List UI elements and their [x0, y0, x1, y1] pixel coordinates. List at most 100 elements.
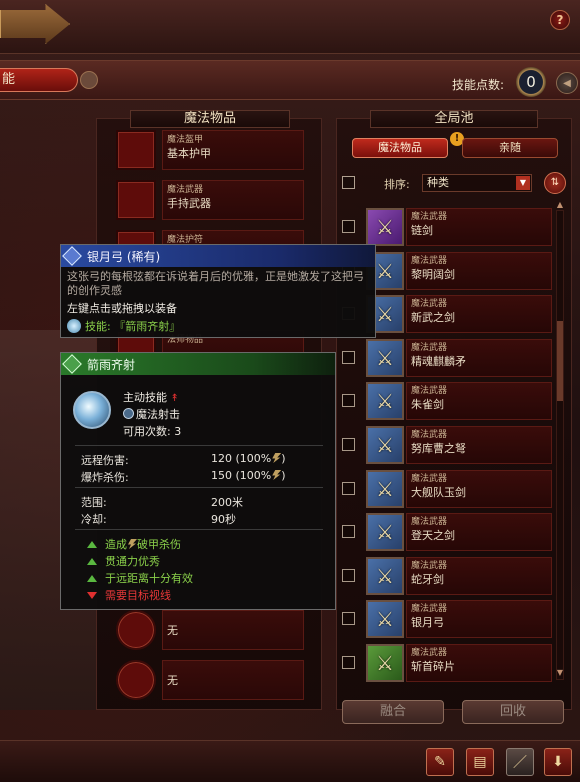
list-item[interactable]: ⚔ 魔法武器 精魂麒麟矛	[342, 338, 554, 379]
crossed-swords-glyph: ⚔	[376, 476, 394, 501]
chevron-down-icon[interactable]: ▼	[516, 176, 530, 190]
slot-info: 无	[162, 610, 304, 650]
item-category: 魔法武器	[411, 648, 448, 658]
scroll-icon[interactable]: ▤	[466, 748, 494, 776]
crossed-swords-glyph: ⚔	[376, 651, 394, 675]
pen-icon[interactable]: ／	[506, 748, 534, 776]
item-name: 努库曹之弩	[411, 442, 466, 455]
tab-followers[interactable]: 亲随	[462, 138, 558, 158]
item-list-scrollbar[interactable]	[556, 210, 564, 680]
negative-triangle-icon	[87, 591, 97, 599]
crossed-swords-glyph: ⚔	[376, 520, 394, 545]
trait-text: 破甲杀伤	[137, 538, 181, 551]
armor-piercing-icon	[128, 539, 137, 549]
crossed-swords-glyph: ⚔	[376, 389, 394, 414]
item-category: 魔法武器	[411, 604, 448, 615]
list-item[interactable]: ⚔ 魔法武器 朱雀剑	[342, 382, 554, 422]
list-item[interactable]: ⚔ 魔法武器 链剑	[342, 208, 554, 248]
scroll-down-icon[interactable]: ▼	[554, 668, 566, 678]
equip-slot-armor[interactable]: 魔法盔甲 基本护甲	[116, 130, 306, 172]
item-tooltip-header: 银月弓 (稀有)	[61, 245, 375, 267]
item-checkbox[interactable]	[342, 350, 355, 364]
stat-explosive-label: 爆炸杀伤:	[81, 471, 129, 484]
sort-direction-button[interactable]: ⇅	[544, 172, 566, 194]
crossed-weapons-icon: ⚔	[366, 600, 404, 639]
item-info: 魔法武器 努库曹之弩	[406, 426, 552, 464]
item-tooltip-description: 这张弓的每根弦都在诉说着月后的优雅，正是她激发了这把弓的创作灵感	[67, 270, 364, 297]
item-info: 魔法武器 黎明阔剑	[406, 251, 552, 290]
list-item[interactable]: ⚔ 魔法武器 登天之剑	[342, 513, 554, 553]
stat-explosive-value: 150 (100%)	[211, 469, 286, 482]
tab-magic-items[interactable]: 魔法物品	[352, 138, 448, 158]
item-name: 斩首碎片	[411, 660, 455, 673]
item-checkbox[interactable]	[342, 656, 355, 669]
scroll-up-icon[interactable]: ▲	[554, 200, 566, 210]
item-name: 精魂麒麟矛	[411, 354, 466, 368]
item-name: 大舰队玉剑	[411, 485, 466, 499]
divider	[75, 445, 323, 446]
follower-slot-1[interactable]: 无	[116, 610, 306, 652]
item-info: 魔法武器 链剑	[406, 208, 552, 246]
trait-armor-piercing: 造成 破甲杀伤	[87, 536, 181, 552]
download-icon[interactable]: ⬇	[544, 748, 572, 776]
crossed-weapons-icon: ⚔	[366, 208, 404, 246]
follower-slot-2[interactable]: 无	[116, 660, 306, 702]
slot-info: 魔法盔甲 基本护甲	[162, 130, 304, 170]
merge-button[interactable]: 融合	[342, 700, 444, 724]
item-tooltip-hint: 左键点击或拖拽以装备	[67, 302, 177, 315]
crossed-swords-glyph: ⚔	[376, 302, 394, 327]
slot-icon	[116, 130, 156, 170]
list-item[interactable]: ⚔ 魔法武器 大舰队玉剑	[342, 469, 554, 510]
crossed-swords-glyph: ⚔	[376, 258, 394, 283]
sort-label: 排序:	[384, 178, 410, 191]
skill-points-nav-icon[interactable]: ◀	[556, 72, 578, 94]
stat-ranged-number: 120 (100%	[211, 452, 272, 465]
slot-category: 魔法武器	[167, 185, 204, 195]
list-item[interactable]: ⚔ 魔法武器 努库曹之弩	[342, 426, 554, 466]
item-info: 魔法武器 大舰队玉剑	[406, 469, 552, 508]
item-checkbox[interactable]	[342, 481, 355, 495]
list-item[interactable]: ⚔ 魔法武器 银月弓	[342, 600, 554, 640]
list-item[interactable]: ⚔ 魔法武器 蛇牙剑	[342, 556, 554, 597]
stat-ranged-label: 远程伤害:	[81, 454, 129, 467]
skill-tooltip-header: 箭雨齐射	[61, 353, 335, 375]
scroll-thumb[interactable]	[557, 321, 563, 401]
global-pool-title: 全局池	[370, 110, 538, 128]
slot-icon	[116, 610, 156, 650]
item-info: 魔法武器 精魂麒麟矛	[406, 338, 552, 377]
quill-icon[interactable]: ✎	[426, 748, 454, 776]
item-tooltip-skill-label: 技能: 『箭雨齐射』	[85, 320, 181, 333]
list-item[interactable]: ⚔ 魔法武器斩首碎片	[342, 644, 554, 684]
skull-icon	[80, 71, 98, 89]
slot-icon	[116, 660, 156, 700]
skill-cast-label: 魔法射击	[136, 408, 180, 421]
item-name: 银月弓	[411, 616, 444, 630]
item-info: 魔法武器 斩首碎片	[406, 644, 552, 682]
item-category: 魔法武器	[411, 473, 448, 484]
armor-piercing-icon	[272, 470, 282, 480]
trait-long-range: 于远距离十分有效	[87, 570, 193, 586]
item-checkbox[interactable]	[342, 220, 355, 233]
item-checkbox[interactable]	[342, 438, 355, 451]
item-info: 魔法武器 蛇牙剑	[406, 556, 552, 595]
item-checkbox[interactable]	[342, 612, 355, 626]
select-all-checkbox[interactable]	[342, 176, 355, 189]
item-name: 链剑	[411, 224, 433, 237]
item-info: 魔法武器 银月弓	[406, 600, 552, 639]
item-tooltip-title: 银月弓 (稀有)	[87, 249, 161, 264]
item-tooltip: 银月弓 (稀有) 这张弓的每根弦都在诉说着月后的优雅，正是她激发了这把弓的创作灵…	[60, 244, 376, 338]
trait-penetration: 贯通力优秀	[87, 553, 160, 569]
positive-triangle-icon	[87, 557, 97, 565]
recycle-button[interactable]: 回收	[462, 700, 564, 724]
item-checkbox[interactable]	[342, 568, 355, 582]
help-button[interactable]: ?	[550, 10, 570, 30]
item-checkbox[interactable]	[342, 394, 355, 408]
skill-points-label: 技能点数:	[452, 78, 505, 92]
item-checkbox[interactable]	[342, 525, 355, 539]
equip-slot-weapon[interactable]: 魔法武器 手持武器	[116, 180, 306, 222]
slot-name: 基本护甲	[167, 147, 211, 160]
skill-tab[interactable]: 能	[0, 68, 78, 92]
stat-range-label: 范围:	[81, 496, 107, 509]
crossed-weapons-icon: ⚔	[366, 556, 404, 595]
positive-triangle-icon	[87, 540, 97, 548]
